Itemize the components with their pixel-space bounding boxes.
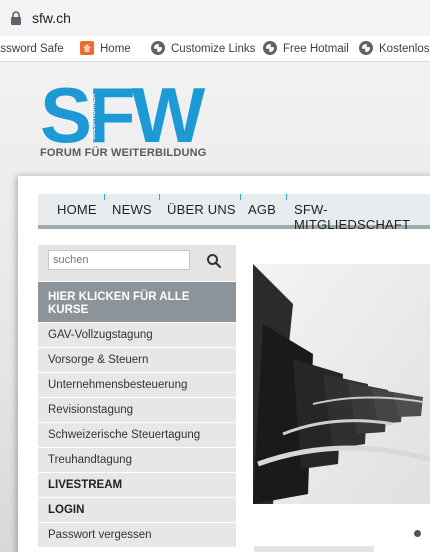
bookmark-label: assword Safe: [0, 43, 64, 55]
nav-ueber-uns[interactable]: ÜBER UNS: [167, 202, 236, 217]
nav-separator: [104, 194, 105, 200]
menu-item-livestream[interactable]: LIVESTREAM: [38, 473, 236, 498]
lock-icon: [11, 11, 21, 25]
url-text[interactable]: sfw.ch: [32, 10, 71, 26]
bookmark-label: Free Hotmail: [283, 43, 349, 55]
bookmark-kostenlose[interactable]: Kostenlose: [359, 40, 430, 58]
nav-mitgliedschaft[interactable]: SFW-MITGLIEDSCHAFT: [294, 202, 430, 232]
search-box: [38, 245, 236, 281]
bookmark-label: Home: [100, 43, 131, 55]
globe-icon: [151, 40, 165, 55]
globe-icon: [359, 40, 373, 55]
search-input[interactable]: [48, 250, 190, 270]
all-courses-button[interactable]: HIER KLICKEN FÜR ALLE KURSE: [38, 282, 236, 322]
nav-separator: [159, 194, 160, 200]
hero-image: [253, 264, 430, 504]
main-nav: HOME NEWS ÜBER UNS AGB SFW-MITGLIEDSCHAF…: [38, 194, 430, 232]
menu-item-revisionstagung[interactable]: Revisionstagung: [38, 398, 236, 423]
faded-heading: [254, 546, 374, 552]
logo-caption: FORUM FÜR WEITERBILDUNG: [40, 147, 207, 159]
logo-side-text: SOLOTHURNER: [91, 93, 97, 140]
globe-icon: [263, 40, 277, 55]
bookmark-label: Kostenlose: [379, 43, 430, 55]
bookmark-customize-links[interactable]: Customize Links: [151, 40, 255, 58]
menu-item-login[interactable]: LOGIN: [38, 498, 236, 523]
slider-dot[interactable]: [414, 530, 421, 537]
menu-item-unternehmensbesteuerung[interactable]: Unternehmensbesteuerung: [38, 373, 236, 398]
bookmark-free-hotmail[interactable]: Free Hotmail: [263, 40, 349, 58]
bookmark-home[interactable]: Home: [80, 40, 131, 58]
search-icon[interactable]: [206, 253, 222, 269]
home-icon: [80, 40, 94, 55]
bookmark-label: Customize Links: [171, 43, 256, 55]
menu-item-treuhandtagung[interactable]: Treuhandtagung: [38, 448, 236, 473]
bookmarks-bar: assword Safe Home Customize Links Free H…: [0, 36, 430, 62]
menu-item-gav-vollzugstagung[interactable]: GAV-Vollzugstagung: [38, 323, 236, 348]
bookmark-password-safe[interactable]: assword Safe: [0, 40, 64, 58]
nav-agb[interactable]: AGB: [248, 202, 276, 217]
menu-item-passwort-vergessen[interactable]: Passwort vergessen: [38, 523, 236, 548]
address-bar[interactable]: sfw.ch: [0, 0, 430, 36]
nav-home[interactable]: HOME: [57, 202, 97, 217]
menu-item-steuertagung[interactable]: Schweizerische Steuertagung: [38, 423, 236, 448]
nav-news[interactable]: NEWS: [112, 202, 152, 217]
nav-separator: [286, 194, 287, 200]
course-menu: GAV-Vollzugstagung Vorsorge & Steuern Un…: [38, 323, 236, 548]
nav-separator: [240, 194, 241, 200]
menu-item-vorsorge-steuern[interactable]: Vorsorge & Steuern: [38, 348, 236, 373]
